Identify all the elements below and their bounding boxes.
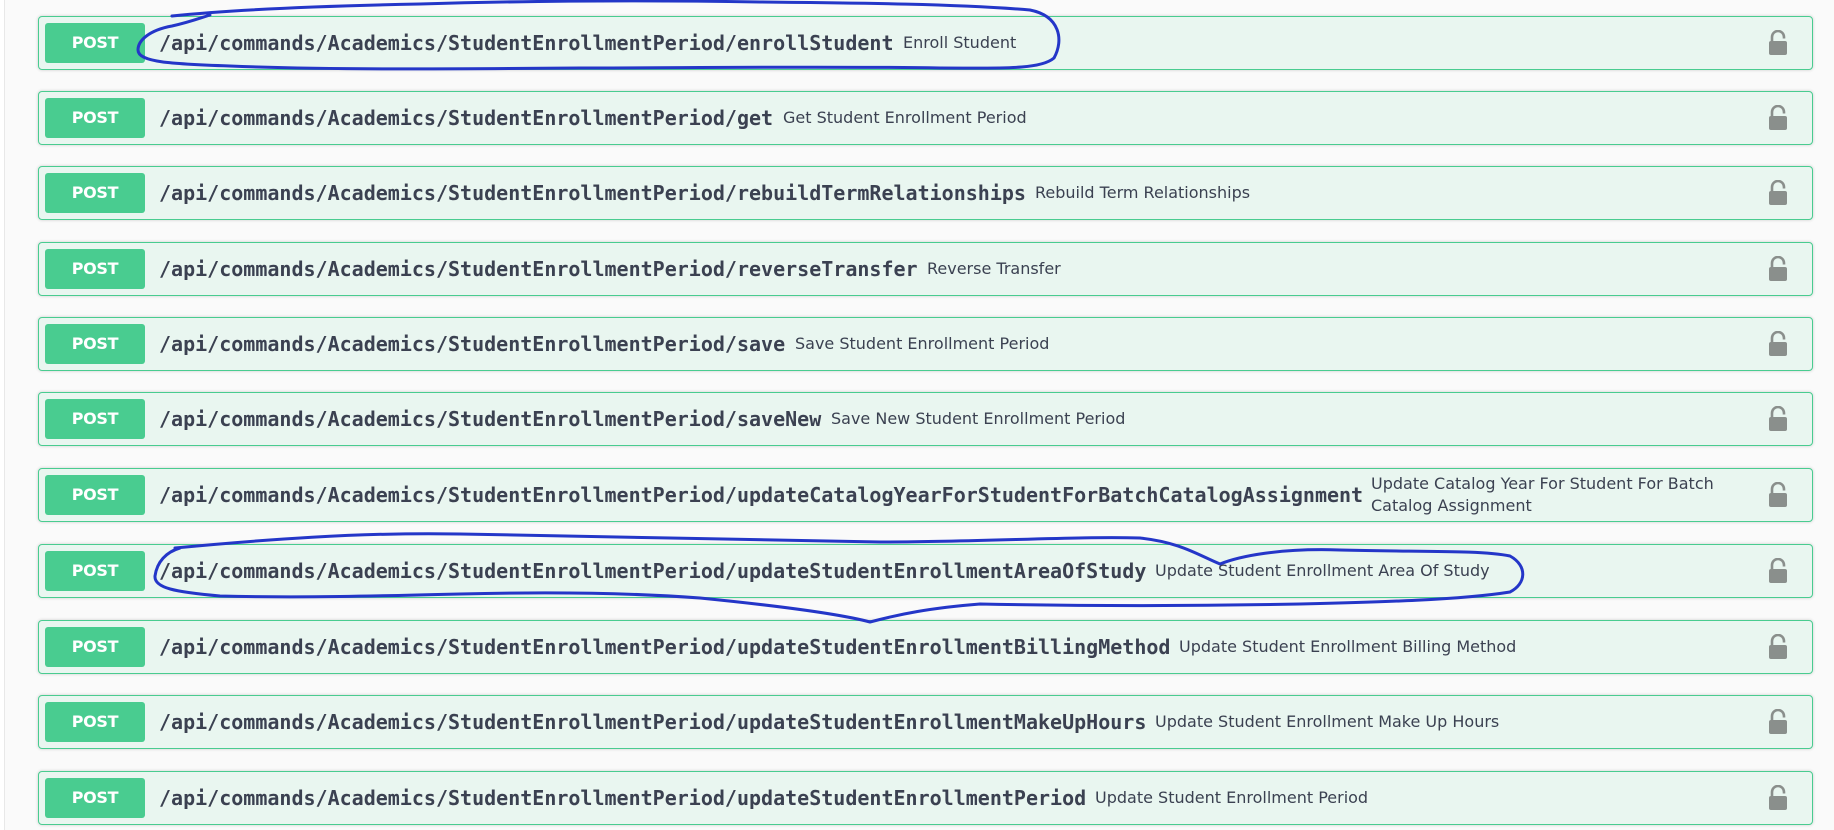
operation-path[interactable]: /api/commands/Academics/StudentEnrollmen… [159, 167, 1026, 219]
operation-path[interactable]: /api/commands/Academics/StudentEnrollmen… [159, 92, 773, 144]
operation-path[interactable]: /api/commands/Academics/StudentEnrollmen… [159, 545, 1146, 597]
operation-path[interactable]: /api/commands/Academics/StudentEnrollmen… [159, 621, 1170, 673]
operation-path[interactable]: /api/commands/Academics/StudentEnrollmen… [159, 772, 1086, 824]
operation-summary: Save Student Enrollment Period [795, 334, 1050, 353]
operation-summary: Update Student Enrollment Area Of Study [1155, 561, 1490, 580]
operation-path[interactable]: /api/commands/Academics/StudentEnrollmen… [159, 469, 1363, 521]
operation-summary: Update Student Enrollment Period [1095, 788, 1369, 807]
operation-path[interactable]: /api/commands/Academics/StudentEnrollmen… [159, 393, 821, 445]
method-badge[interactable]: POST [45, 778, 145, 818]
operation-summary: Update Catalog Year For Student For Batc… [1371, 474, 1714, 515]
operation-row-update-catalog-year[interactable]: POST /api/commands/Academics/StudentEnro… [38, 468, 1813, 522]
method-badge[interactable]: POST [45, 173, 145, 213]
unlocked-padlock-icon[interactable] [1766, 558, 1790, 584]
operation-summary: Enroll Student [903, 33, 1017, 52]
operation-row-enroll-student[interactable]: POST /api/commands/Academics/StudentEnro… [38, 16, 1813, 70]
unlocked-padlock-icon[interactable] [1766, 256, 1790, 282]
unlocked-padlock-icon[interactable] [1766, 785, 1790, 811]
unlocked-padlock-icon[interactable] [1766, 331, 1790, 357]
operation-row-update-enrollment-period[interactable]: POST /api/commands/Academics/StudentEnro… [38, 771, 1813, 825]
method-badge[interactable]: POST [45, 98, 145, 138]
unlocked-padlock-icon[interactable] [1766, 709, 1790, 735]
method-badge[interactable]: POST [45, 475, 145, 515]
operation-summary: Update Student Enrollment Billing Method [1179, 637, 1517, 656]
method-badge[interactable]: POST [45, 551, 145, 591]
operation-summary: Save New Student Enrollment Period [831, 409, 1126, 428]
operation-row-update-billing-method[interactable]: POST /api/commands/Academics/StudentEnro… [38, 620, 1813, 674]
operation-summary: Reverse Transfer [927, 259, 1061, 278]
unlocked-padlock-icon[interactable] [1766, 30, 1790, 56]
operation-path[interactable]: /api/commands/Academics/StudentEnrollmen… [159, 318, 785, 370]
operation-path[interactable]: /api/commands/Academics/StudentEnrollmen… [159, 696, 1146, 748]
unlocked-padlock-icon[interactable] [1766, 105, 1790, 131]
operation-row-get[interactable]: POST /api/commands/Academics/StudentEnro… [38, 91, 1813, 145]
operation-row-update-area-of-study[interactable]: POST /api/commands/Academics/StudentEnro… [38, 544, 1813, 598]
unlocked-padlock-icon[interactable] [1766, 406, 1790, 432]
method-badge[interactable]: POST [45, 23, 145, 63]
unlocked-padlock-icon[interactable] [1766, 634, 1790, 660]
operation-row-reverse-transfer[interactable]: POST /api/commands/Academics/StudentEnro… [38, 242, 1813, 296]
operation-summary: Get Student Enrollment Period [783, 108, 1027, 127]
method-badge[interactable]: POST [45, 627, 145, 667]
operation-row-update-make-up-hours[interactable]: POST /api/commands/Academics/StudentEnro… [38, 695, 1813, 749]
unlocked-padlock-icon[interactable] [1766, 482, 1790, 508]
method-badge[interactable]: POST [45, 399, 145, 439]
operation-row-rebuild-term-relationships[interactable]: POST /api/commands/Academics/StudentEnro… [38, 166, 1813, 220]
operation-summary: Rebuild Term Relationships [1035, 183, 1251, 202]
unlocked-padlock-icon[interactable] [1766, 180, 1790, 206]
method-badge[interactable]: POST [45, 324, 145, 364]
operation-row-save[interactable]: POST /api/commands/Academics/StudentEnro… [38, 317, 1813, 371]
operation-row-save-new[interactable]: POST /api/commands/Academics/StudentEnro… [38, 392, 1813, 446]
method-badge[interactable]: POST [45, 702, 145, 742]
operation-path[interactable]: /api/commands/Academics/StudentEnrollmen… [159, 17, 894, 69]
method-badge[interactable]: POST [45, 249, 145, 289]
operation-path[interactable]: /api/commands/Academics/StudentEnrollmen… [159, 243, 918, 295]
operation-summary: Update Student Enrollment Make Up Hours [1155, 712, 1500, 731]
